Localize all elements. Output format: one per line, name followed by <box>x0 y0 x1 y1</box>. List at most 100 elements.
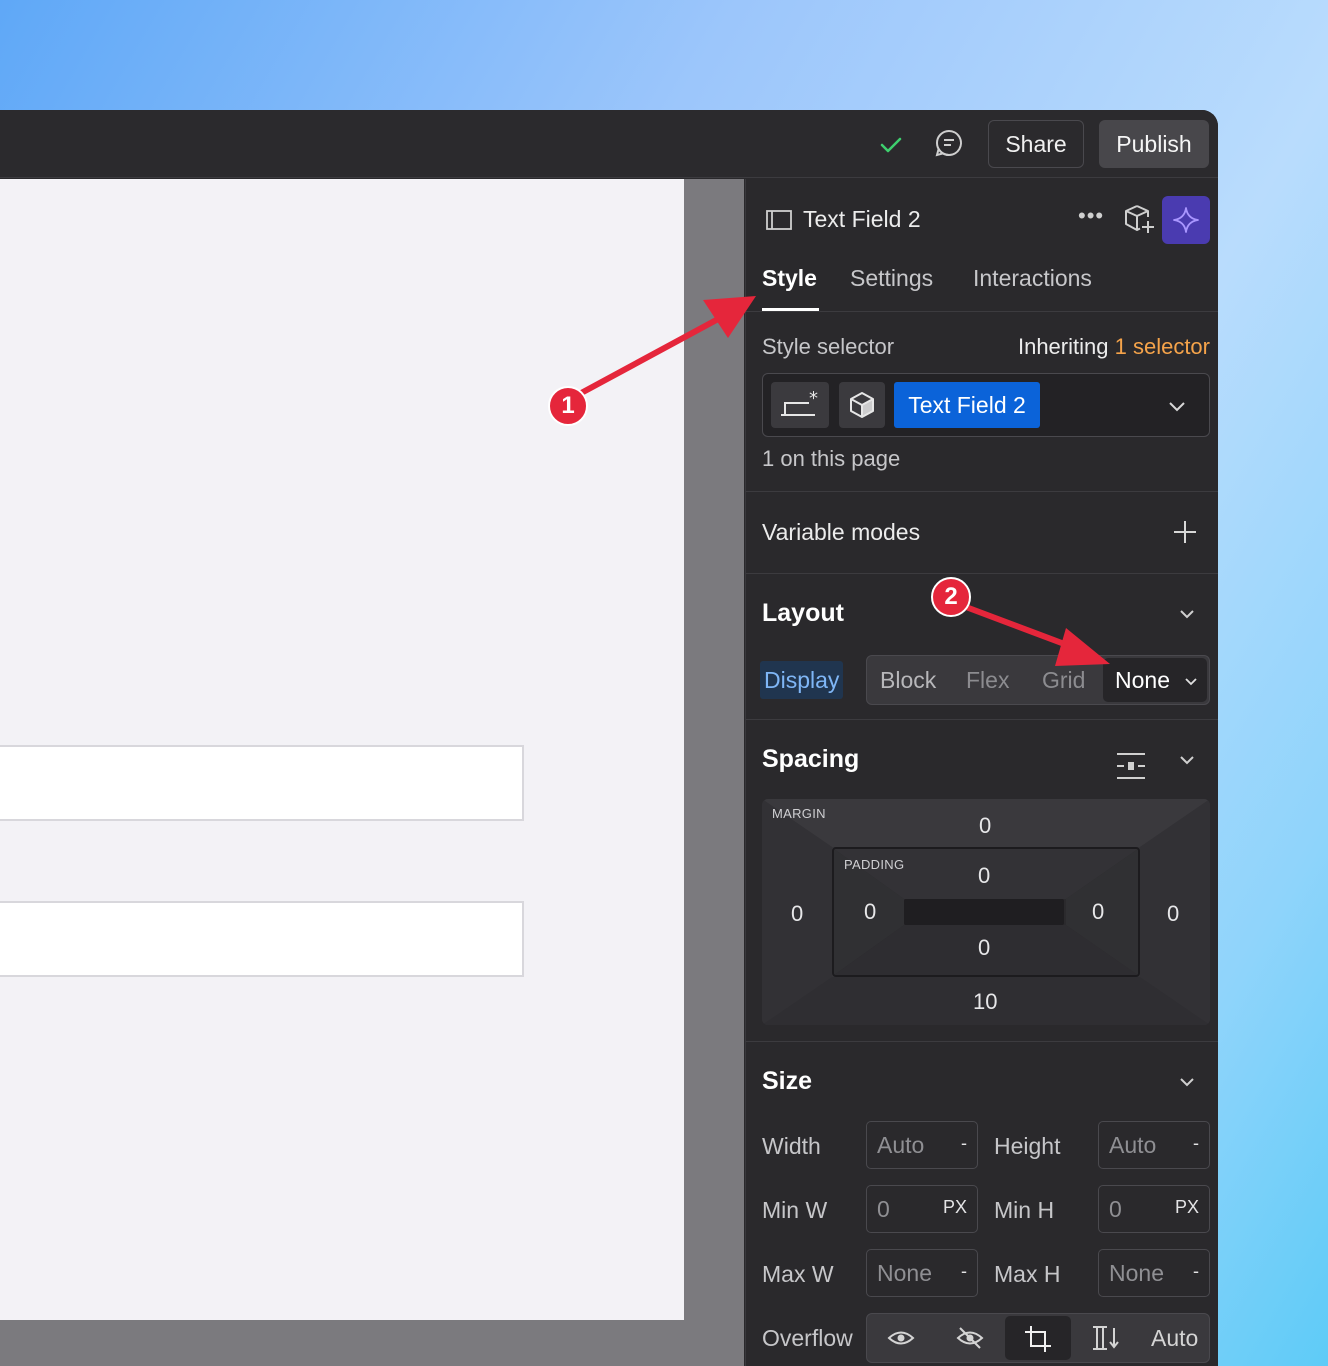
margin-left-value[interactable]: 0 <box>791 901 803 927</box>
divider <box>746 719 1218 720</box>
min-width-value: 0 <box>877 1196 890 1222</box>
width-unit[interactable]: - <box>961 1133 967 1154</box>
element-state-icon: * <box>781 388 818 416</box>
plus-icon[interactable] <box>1172 519 1198 545</box>
text-field-1[interactable] <box>0 745 524 821</box>
designer-window: Share Publish Text Field 2 ••• Style Set… <box>0 110 1218 1366</box>
min-width-label: Min W <box>762 1197 828 1223</box>
svg-text:*: * <box>809 388 818 409</box>
max-width-unit[interactable]: - <box>961 1261 967 1282</box>
spacing-box-model: MARGIN 0 0 0 10 PADDING 0 0 0 0 <box>762 799 1210 1025</box>
cube-icon <box>850 392 874 418</box>
inheriting-prefix: Inheriting <box>1017 334 1109 359</box>
padding-label: PADDING <box>844 857 905 872</box>
variable-modes-label: Variable modes <box>762 519 921 545</box>
style-selector-label: Style selector <box>762 334 895 359</box>
display-option-flex[interactable]: Flex <box>966 656 1009 704</box>
min-width-unit[interactable]: PX <box>943 1197 967 1218</box>
element-name: Text Field 2 <box>803 206 921 232</box>
sparkle-icon <box>1173 207 1199 233</box>
max-width-input[interactable]: None - <box>866 1249 978 1297</box>
min-height-label: Min H <box>994 1197 1055 1223</box>
display-option-block[interactable]: Block <box>880 656 936 704</box>
chevron-down-icon[interactable] <box>1176 749 1198 771</box>
layout-title[interactable]: Layout <box>762 599 844 628</box>
width-label: Width <box>762 1133 821 1159</box>
divider <box>746 311 1218 312</box>
width-value: Auto <box>877 1132 925 1158</box>
component-selector-button[interactable] <box>839 382 885 428</box>
more-options-icon[interactable]: ••• <box>1078 203 1104 229</box>
component-add-icon[interactable] <box>1122 202 1156 236</box>
min-height-input[interactable]: 0 PX <box>1098 1185 1210 1233</box>
inheriting-count[interactable]: 1 selector <box>1115 334 1210 359</box>
margin-right-value[interactable]: 0 <box>1167 901 1179 927</box>
max-height-input[interactable]: None - <box>1098 1249 1210 1297</box>
spacing-preset-icon[interactable] <box>1114 751 1148 781</box>
width-input[interactable]: Auto - <box>866 1121 978 1169</box>
annotation-marker-1: 1 <box>548 386 588 426</box>
overflow-label: Overflow <box>762 1325 853 1351</box>
inheriting-info[interactable]: Inheriting 1 selector <box>1018 334 1210 360</box>
display-option-grid[interactable]: Grid <box>1042 656 1085 704</box>
style-panel: Text Field 2 ••• Style Settings Interact… <box>745 179 1218 1366</box>
display-label[interactable]: Display <box>760 661 844 699</box>
publish-button[interactable]: Publish <box>1099 120 1209 168</box>
chevron-down-icon[interactable] <box>1176 603 1198 625</box>
divider <box>746 1041 1218 1042</box>
padding-right-value[interactable]: 0 <box>1092 899 1104 925</box>
eye-off-icon[interactable] <box>956 1324 984 1352</box>
overflow-segmented-control: Auto <box>866 1313 1210 1363</box>
comment-icon[interactable] <box>933 127 965 159</box>
check-icon <box>880 137 902 153</box>
padding-top-value[interactable]: 0 <box>978 863 990 889</box>
padding-left-value[interactable]: 0 <box>864 899 876 925</box>
max-height-unit[interactable]: - <box>1193 1261 1199 1282</box>
min-height-unit[interactable]: PX <box>1175 1197 1199 1218</box>
crop-icon <box>1025 1326 1051 1352</box>
chevron-down-icon[interactable] <box>1176 1071 1198 1093</box>
divider <box>746 491 1218 492</box>
height-value: Auto <box>1109 1132 1157 1158</box>
margin-label: MARGIN <box>772 806 826 821</box>
ai-assistant-button[interactable] <box>1162 196 1210 244</box>
class-tag[interactable]: Text Field 2 <box>894 382 1040 428</box>
element-icon <box>766 210 792 230</box>
divider <box>746 573 1218 574</box>
content-box <box>904 899 1064 925</box>
chevron-down-icon[interactable] <box>1165 394 1189 418</box>
height-label: Height <box>994 1133 1061 1159</box>
max-width-value: None <box>877 1260 932 1286</box>
display-option-none[interactable]: None <box>1103 658 1207 702</box>
on-page-count: 1 on this page <box>762 446 901 471</box>
style-selector-field[interactable]: * Text Field 2 <box>762 373 1210 437</box>
chevron-down-icon <box>1185 678 1197 686</box>
padding-box: PADDING 0 0 0 0 <box>832 847 1140 977</box>
eye-icon[interactable] <box>887 1326 915 1350</box>
margin-bottom-value[interactable]: 10 <box>973 989 997 1015</box>
spacing-title[interactable]: Spacing <box>762 745 859 774</box>
padding-bottom-value[interactable]: 0 <box>978 935 990 961</box>
share-button[interactable]: Share <box>988 120 1084 168</box>
tab-interactions[interactable]: Interactions <box>973 265 1092 292</box>
overflow-option-clip[interactable] <box>1005 1316 1071 1360</box>
text-field-2[interactable] <box>0 901 524 977</box>
annotation-marker-2: 2 <box>931 577 971 617</box>
overflow-option-auto[interactable]: Auto <box>1151 1314 1198 1362</box>
canvas-page[interactable] <box>0 179 684 1320</box>
tab-settings[interactable]: Settings <box>850 265 933 292</box>
scroll-icon[interactable] <box>1091 1324 1121 1352</box>
height-input[interactable]: Auto - <box>1098 1121 1210 1169</box>
max-height-label: Max H <box>994 1261 1061 1287</box>
max-height-value: None <box>1109 1260 1164 1286</box>
size-title[interactable]: Size <box>762 1067 812 1096</box>
tab-style[interactable]: Style <box>762 265 817 292</box>
canvas-area <box>0 179 744 1366</box>
state-selector-button[interactable]: * <box>771 382 829 428</box>
margin-top-value[interactable]: 0 <box>979 813 991 839</box>
max-width-label: Max W <box>762 1261 834 1287</box>
height-unit[interactable]: - <box>1193 1133 1199 1154</box>
min-height-value: 0 <box>1109 1196 1122 1222</box>
display-none-label: None <box>1115 666 1170 693</box>
min-width-input[interactable]: 0 PX <box>866 1185 978 1233</box>
